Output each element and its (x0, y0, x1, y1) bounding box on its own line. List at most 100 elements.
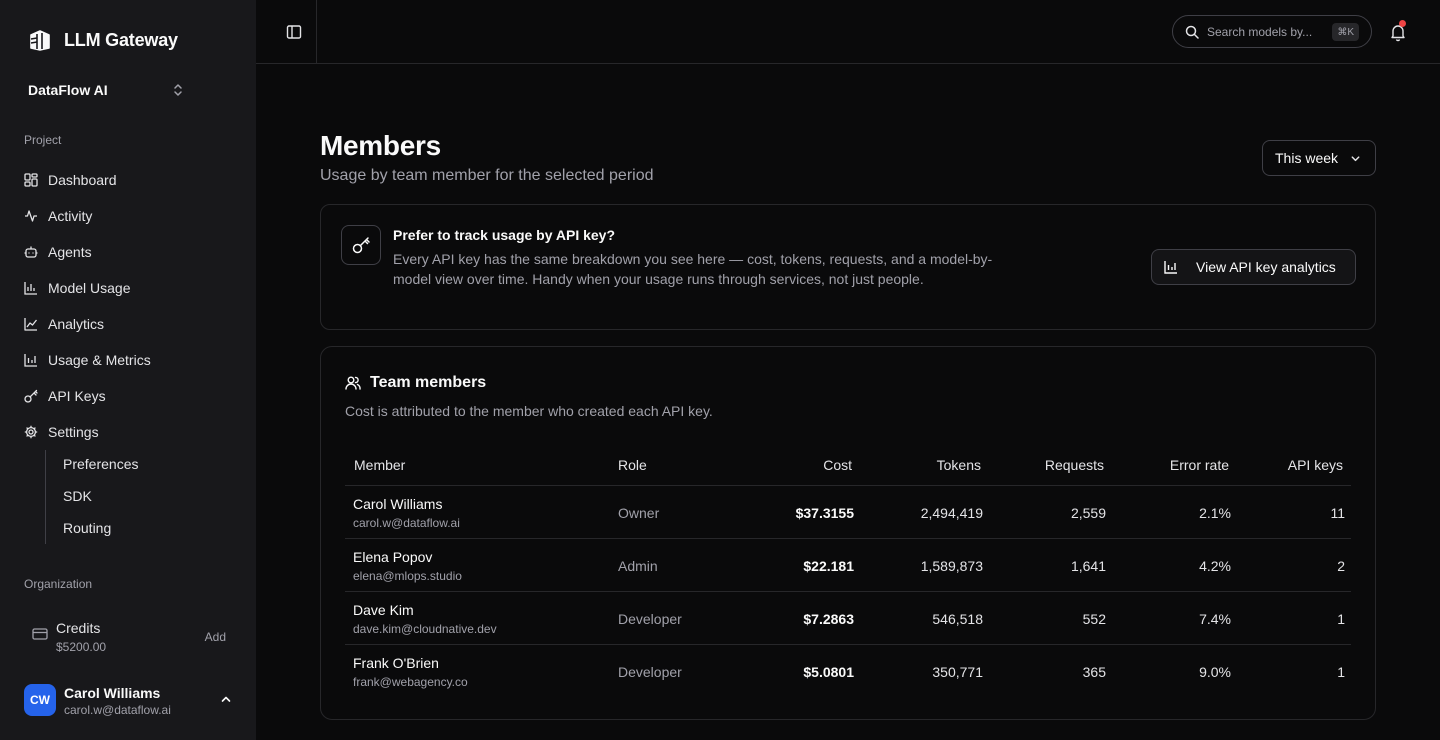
member-api-keys: 1 (1337, 611, 1345, 627)
sidebar-subitem-routing[interactable]: Routing (63, 520, 111, 536)
member-requests: 1,641 (1070, 558, 1106, 574)
add-credits-button[interactable]: Add (205, 630, 226, 644)
member-api-keys: 2 (1337, 558, 1345, 574)
credits-label: Credits (56, 620, 101, 636)
brand-name: LLM Gateway (64, 29, 178, 50)
callout-title: Prefer to track usage by API key? (393, 227, 616, 243)
team-members-card: Team members Cost is attributed to the m… (320, 346, 1376, 720)
period-select[interactable]: This week (1262, 140, 1376, 176)
table-row[interactable]: Frank O'Brien frank@webagency.co Develop… (321, 645, 1377, 697)
column-header-tokens[interactable]: Tokens (937, 457, 981, 473)
sidebar-item-label: Activity (48, 208, 93, 224)
notification-dot (1399, 20, 1406, 27)
member-cost: $5.0801 (803, 664, 854, 680)
sidebar-subitem-sdk[interactable]: SDK (63, 488, 92, 504)
sidebar-item-label: Dashboard (48, 172, 117, 188)
view-api-key-analytics-button[interactable]: View API key analytics (1151, 249, 1356, 285)
member-error-rate: 9.0% (1199, 664, 1231, 680)
member-role: Admin (618, 558, 658, 574)
bar-chart-icon (24, 282, 37, 295)
column-header-role[interactable]: Role (618, 457, 647, 473)
column-header-error-rate[interactable]: Error rate (1170, 457, 1229, 473)
member-name: Dave Kim (353, 602, 414, 618)
panel-left-icon (286, 25, 302, 39)
sidebar-toggle-button[interactable] (284, 22, 304, 42)
page-title: Members (320, 130, 441, 161)
org-switcher[interactable]: DataFlow AI (28, 80, 184, 100)
table-row[interactable]: Carol Williams carol.w@dataflow.ai Owner… (321, 486, 1377, 538)
member-email: dave.kim@cloudnative.dev (353, 622, 497, 636)
member-email: carol.w@dataflow.ai (353, 516, 460, 530)
bar-chart-icon (24, 354, 37, 367)
member-tokens: 546,518 (932, 611, 983, 627)
page-subtitle: Usage by team member for the selected pe… (320, 167, 654, 184)
member-error-rate: 7.4% (1199, 611, 1231, 627)
brand[interactable]: LLM Gateway (28, 28, 178, 52)
card-header: Team members (345, 374, 486, 392)
column-header-requests[interactable]: Requests (1045, 457, 1104, 473)
sidebar-item-label: Settings (48, 424, 99, 440)
sidebar: LLM Gateway DataFlow AI Project Dashboar… (0, 0, 256, 740)
member-cost: $37.3155 (795, 505, 854, 521)
sidebar-item-label: Usage & Metrics (48, 352, 151, 368)
callout-icon-box (341, 225, 381, 265)
table-row[interactable]: Dave Kim dave.kim@cloudnative.dev Develo… (321, 592, 1377, 644)
member-tokens: 1,589,873 (920, 558, 983, 574)
sidebar-item-dashboard[interactable]: Dashboard (24, 168, 117, 192)
table-row[interactable]: Elena Popov elena@mlops.studio Admin $22… (321, 539, 1377, 591)
sidebar-item-activity[interactable]: Activity (24, 204, 92, 228)
bot-icon (24, 246, 38, 258)
sidebar-item-model-usage[interactable]: Model Usage (24, 276, 131, 300)
member-name: Elena Popov (353, 549, 433, 565)
card-subtitle: Cost is attributed to the member who cre… (345, 403, 713, 419)
member-requests: 365 (1082, 664, 1106, 680)
topbar-divider (316, 0, 317, 63)
search-input[interactable]: Search models by... ⌘K (1172, 15, 1372, 48)
organization-section-label: Organization (24, 577, 93, 591)
member-error-rate: 4.2% (1199, 558, 1231, 574)
activity-icon (25, 210, 37, 222)
bar-chart-icon (1164, 261, 1177, 274)
sidebar-item-label: Analytics (48, 316, 105, 332)
column-header-member[interactable]: Member (354, 457, 405, 473)
member-role: Developer (618, 611, 682, 627)
sidebar-item-label: Model Usage (48, 280, 131, 296)
gear-icon (24, 425, 38, 439)
member-tokens: 350,771 (932, 664, 983, 680)
credits-item[interactable]: Credits $5200.00 Add (32, 620, 226, 656)
member-email: frank@webagency.co (353, 675, 468, 689)
credits-balance: $5200.00 (56, 640, 107, 654)
sidebar-item-api-keys[interactable]: API Keys (24, 384, 106, 408)
member-name: Frank O'Brien (353, 655, 439, 671)
chevrons-up-down-icon (174, 84, 182, 96)
sidebar-subitem-preferences[interactable]: Preferences (63, 456, 138, 472)
column-header-api-keys[interactable]: API keys (1288, 457, 1343, 473)
member-api-keys: 11 (1330, 505, 1345, 521)
member-role: Owner (618, 505, 660, 521)
search-icon (1185, 25, 1199, 39)
sidebar-item-agents[interactable]: Agents (24, 240, 92, 264)
sidebar-item-analytics[interactable]: Analytics (24, 312, 104, 336)
user-name: Carol Williams (64, 685, 161, 701)
user-menu[interactable]: CW Carol Williams carol.w@dataflow.ai (24, 684, 234, 718)
settings-subnav-rail (45, 450, 46, 544)
notifications-button[interactable] (1388, 20, 1408, 42)
user-email: carol.w@dataflow.ai (64, 703, 171, 717)
sidebar-item-label: API Keys (48, 388, 106, 404)
sidebar-item-settings[interactable]: Settings (24, 420, 99, 444)
callout-body: Every API key has the same breakdown you… (393, 251, 993, 287)
avatar: CW (24, 684, 56, 716)
search-placeholder: Search models by... (1207, 24, 1313, 39)
chevron-up-icon (221, 696, 231, 702)
logo-icon (30, 30, 50, 51)
member-tokens: 2,494,419 (920, 505, 983, 521)
sidebar-item-label: Agents (48, 244, 92, 260)
member-api-keys: 1 (1337, 664, 1345, 680)
member-role: Developer (618, 664, 682, 680)
sidebar-item-usage-metrics[interactable]: Usage & Metrics (24, 348, 151, 372)
member-error-rate: 2.1% (1199, 505, 1231, 521)
layout-dashboard-icon (24, 173, 38, 187)
member-name: Carol Williams (353, 496, 443, 512)
column-header-cost[interactable]: Cost (823, 457, 852, 473)
member-requests: 2,559 (1070, 505, 1106, 521)
